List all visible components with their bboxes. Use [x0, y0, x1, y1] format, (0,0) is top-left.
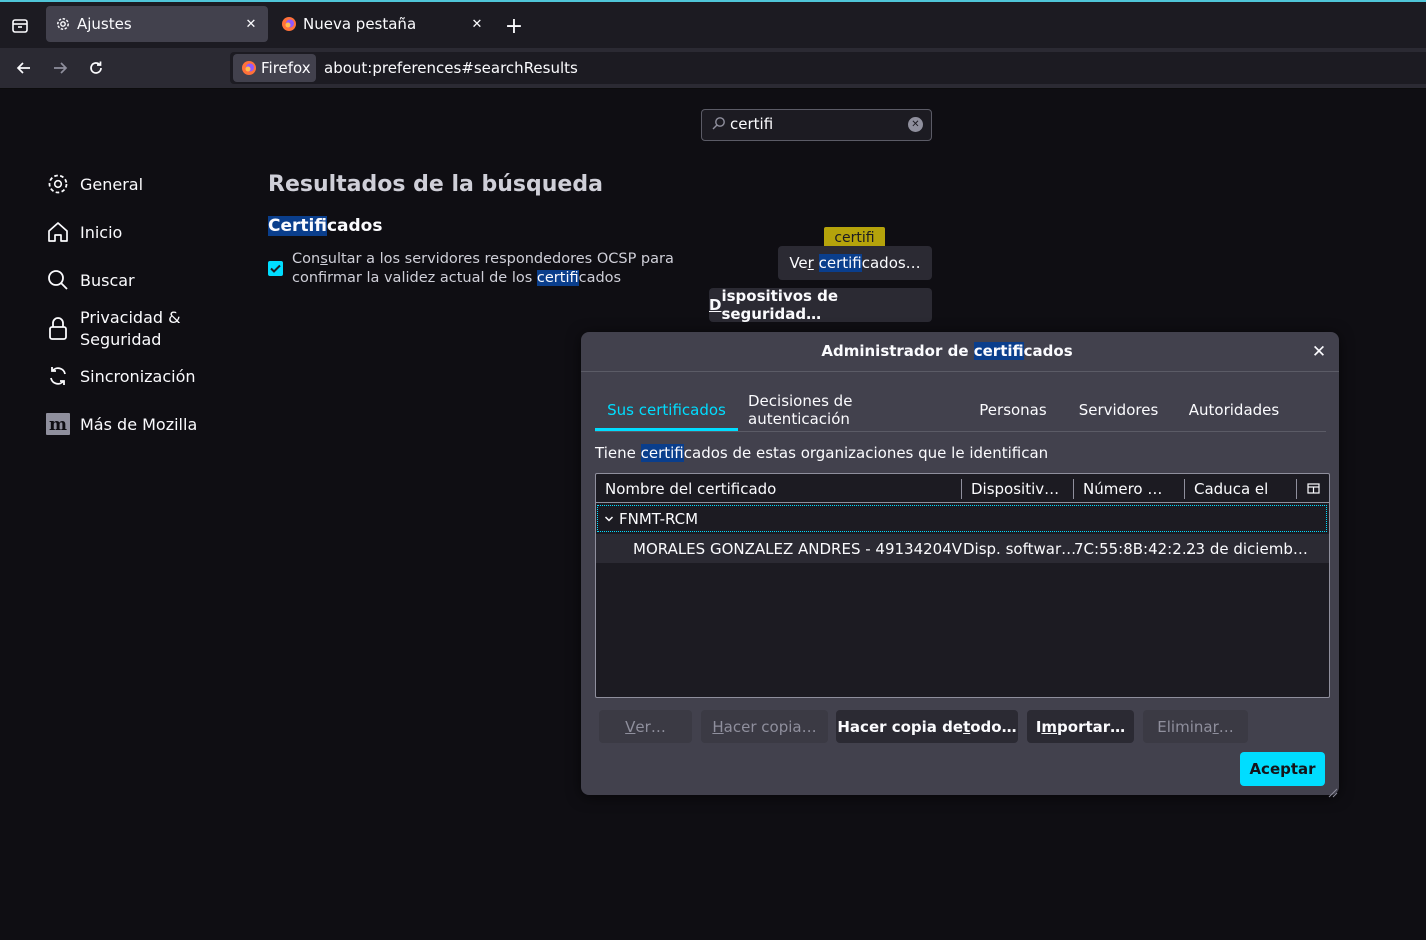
tab-personas[interactable]: Personas [970, 390, 1056, 430]
cell-certificate-name: MORALES GONZALEZ ANDRES - 49134204V [633, 540, 963, 558]
new-tab-button[interactable]: + [500, 12, 528, 40]
sidebar-item-label: General [80, 174, 144, 194]
column-header-numero[interactable]: Número … [1083, 476, 1162, 502]
certificates-description: Tiene certificados de estas organizacion… [595, 444, 1049, 462]
column-header-dispositivo[interactable]: Dispositiv… [971, 476, 1059, 502]
ocsp-checkbox[interactable] [268, 261, 283, 276]
mozilla-icon: m [46, 413, 70, 435]
cell-serial: 7C:55:8B:42:2… [1074, 540, 1197, 558]
tab-autoridades[interactable]: Autoridades [1182, 390, 1286, 430]
chevron-down-icon [604, 514, 614, 524]
column-separator[interactable] [1296, 479, 1297, 499]
tree-group-row[interactable]: FNMT-RCM [597, 505, 1327, 532]
view-button[interactable]: Ver… [599, 710, 692, 743]
dialog-divider [581, 371, 1339, 372]
svg-text:m: m [49, 415, 67, 435]
backup-all-button[interactable]: Hacer copia de t odo… [836, 710, 1018, 743]
preferences-search-input[interactable]: certifi ✕ [701, 109, 932, 141]
sidebar-item-label: Sincronización [80, 366, 196, 386]
delete-button[interactable]: Elimina r… [1143, 710, 1248, 743]
arrow-right-icon [54, 62, 68, 74]
backup-button[interactable]: Hacer copia… [701, 710, 828, 743]
security-devices-button[interactable]: Dispositivos de seguridad… [709, 287, 932, 323]
tab-label: Nueva pestaña [303, 15, 417, 33]
identity-box[interactable]: Firefox [233, 54, 316, 82]
sidebar-item-label: Más de Mozilla [80, 414, 198, 434]
column-separator[interactable] [1184, 479, 1185, 499]
firefox-icon [241, 60, 257, 76]
view-certificates-button[interactable]: Ve r certifi cados… [778, 246, 932, 280]
sidebar-item-label: Buscar [80, 270, 135, 290]
column-separator[interactable] [1073, 479, 1074, 499]
tab-decisiones-autenticacion[interactable]: Decisiones de autenticación [748, 390, 953, 430]
firefox-view-icon [12, 19, 28, 33]
cell-device: Disp. softwar… [963, 540, 1077, 558]
page-title: Resultados de la búsqueda [268, 172, 603, 197]
lock-icon [49, 317, 67, 340]
back-button[interactable] [10, 54, 38, 82]
import-button[interactable]: Im portar… [1027, 710, 1134, 743]
search-icon [711, 116, 726, 135]
tab-sus-certificados[interactable]: Sus certificados [595, 390, 738, 430]
sidebar-item-inicio[interactable]: Inicio [46, 220, 122, 244]
tab-label: Ajustes [77, 15, 132, 33]
firefox-icon [281, 16, 297, 32]
firefox-view-button[interactable] [6, 12, 34, 40]
sidebar-item-privacidad[interactable]: Privacidad & Seguridad [46, 306, 181, 352]
checkmark-icon [270, 264, 281, 273]
sidebar-item-label: Inicio [80, 222, 123, 242]
tab-nueva-pestana[interactable]: Nueva pestaña ✕ [272, 6, 494, 42]
sidebar-item-mas-de-mozilla[interactable]: m Más de Mozilla [46, 412, 197, 436]
gear-icon [48, 174, 68, 194]
tabs-divider [595, 431, 1326, 432]
arrow-left-icon [16, 62, 30, 74]
sidebar-item-label: Seguridad [80, 330, 162, 349]
gear-icon [55, 16, 71, 32]
accept-button[interactable]: Aceptar [1240, 752, 1325, 786]
search-value: certifi [730, 115, 774, 133]
search-match-tooltip: certifi [824, 227, 885, 248]
sidebar-item-label: Privacidad & [80, 308, 181, 327]
dialog-close-button[interactable]: ✕ [1305, 338, 1333, 366]
search-icon [48, 270, 68, 290]
section-title-certificados: Certificados [268, 216, 383, 236]
sidebar-item-sincronizacion[interactable]: Sincronización [46, 364, 196, 388]
column-header-nombre[interactable]: Nombre del certificado [605, 476, 776, 502]
cell-expires: 23 de diciemb… [1186, 540, 1308, 558]
column-picker-icon[interactable] [1307, 481, 1320, 499]
reload-icon [90, 61, 102, 74]
column-header-caduca[interactable]: Caduca el [1194, 476, 1268, 502]
close-icon: ✕ [1311, 342, 1327, 362]
close-tab-icon[interactable]: ✕ [466, 13, 488, 35]
sidebar-item-general[interactable]: General [46, 172, 143, 196]
tab-ajustes[interactable]: Ajustes ✕ [46, 6, 268, 42]
url-text[interactable]: about:preferences#searchResults [324, 59, 578, 77]
tab-servidores[interactable]: Servidores [1072, 390, 1165, 430]
dialog-title: Administrador de certificados [821, 342, 1073, 360]
clear-search-icon[interactable]: ✕ [908, 117, 923, 132]
identity-label: Firefox [261, 59, 311, 77]
close-tab-icon[interactable]: ✕ [240, 13, 262, 35]
resize-grip-icon[interactable] [1328, 784, 1338, 802]
group-name: FNMT-RCM [619, 509, 699, 528]
column-separator[interactable] [961, 479, 962, 499]
forward-button[interactable] [46, 54, 74, 82]
header-divider [596, 502, 1329, 503]
sidebar-item-buscar[interactable]: Buscar [46, 268, 135, 292]
reload-button[interactable] [82, 54, 110, 82]
plus-icon: + [504, 13, 524, 39]
home-icon [48, 222, 68, 242]
sync-icon [50, 367, 66, 385]
ocsp-label[interactable]: Consultar a los servidores respondedores… [292, 250, 674, 288]
